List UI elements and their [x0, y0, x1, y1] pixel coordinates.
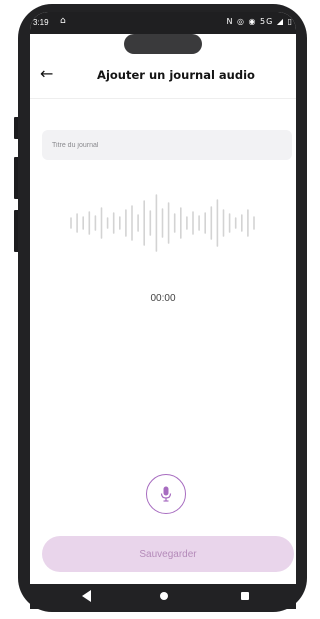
app-header: ← Ajouter un journal audio — [30, 54, 296, 98]
camera-cutout — [124, 34, 202, 54]
circle-home-icon[interactable] — [160, 592, 168, 600]
status-time: 3:19 — [33, 18, 49, 27]
recording-timer: 00:00 — [150, 293, 176, 304]
record-button[interactable] — [146, 474, 186, 514]
system-nav-bar — [30, 584, 296, 609]
microphone-icon — [160, 486, 172, 502]
page-title: Ajouter un journal audio — [97, 68, 255, 82]
save-button[interactable]: Sauvegarder — [42, 536, 294, 572]
screen: 3:19 ⌂ N ◎ ◉ 5G ◢ ▯ ← Ajouter un journal… — [30, 12, 296, 609]
device-frame: 3:19 ⌂ N ◎ ◉ 5G ◢ ▯ ← Ajouter un journal… — [0, 0, 311, 619]
status-bar: 3:19 ⌂ N ◎ ◉ 5G ◢ ▯ — [30, 12, 296, 34]
status-icons: N ◎ ◉ 5G ◢ ▯ — [226, 17, 293, 26]
home-icon: ⌂ — [60, 16, 66, 26]
square-recents-icon[interactable] — [241, 592, 249, 600]
waveform-visualizer — [70, 194, 255, 252]
journal-title-input[interactable] — [42, 130, 292, 160]
triangle-back-icon[interactable] — [82, 590, 92, 602]
back-arrow-icon[interactable]: ← — [40, 65, 53, 83]
header-divider — [30, 98, 296, 99]
